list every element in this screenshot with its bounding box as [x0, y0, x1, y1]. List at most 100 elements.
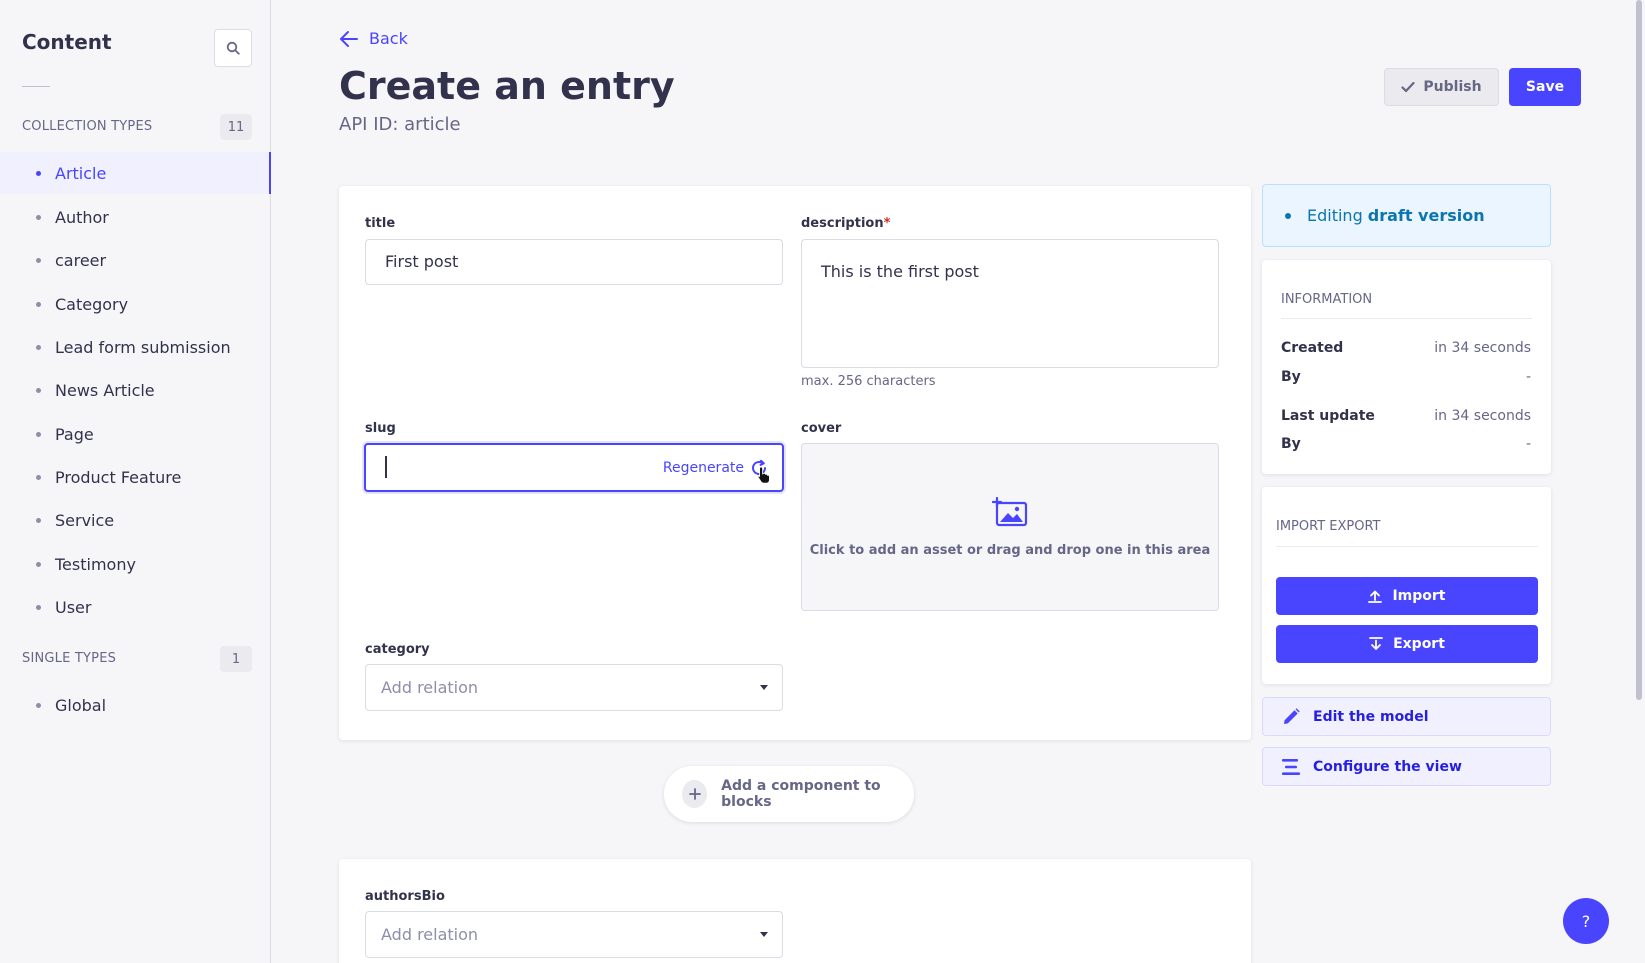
download-icon — [1369, 637, 1383, 650]
sidebar-item-label: Service — [55, 510, 115, 530]
back-link[interactable]: Back — [339, 29, 408, 48]
sidebar-item-user[interactable]: User — [0, 586, 271, 628]
created-by-value: - — [1525, 369, 1531, 385]
cover-dropzone[interactable]: Click to add an asset or drag and drop o… — [801, 443, 1219, 611]
sidebar-item-label: Lead form submission — [55, 337, 231, 357]
sidebar-item-author[interactable]: Author — [0, 196, 271, 238]
cursor-icon — [757, 466, 770, 484]
chevron-down-icon — [760, 685, 768, 690]
sidebar-item-news-article[interactable]: News Article — [0, 369, 271, 411]
sidebar-item-label: User — [55, 597, 92, 617]
bullet-icon — [36, 257, 41, 263]
chevron-down-icon — [760, 932, 768, 937]
help-button[interactable]: ? — [1563, 898, 1609, 944]
sidebar-item-career[interactable]: career — [0, 239, 271, 281]
collection-types-count: 11 — [220, 114, 252, 140]
bullet-icon — [36, 517, 41, 523]
draft-prefix: Editing — [1307, 206, 1363, 225]
title-label: title — [365, 216, 396, 231]
plus-icon — [682, 780, 708, 808]
import-label: Import — [1392, 588, 1446, 604]
import-export-heading: IMPORT EXPORT — [1276, 519, 1381, 534]
sidebar-item-label: Testimony — [55, 554, 136, 574]
authors-bio-select[interactable]: Add relation — [365, 911, 783, 958]
description-label-text: description — [801, 216, 884, 231]
bullet-icon — [36, 344, 41, 350]
sidebar-item-category[interactable]: Category — [0, 283, 271, 325]
back-label: Back — [369, 29, 408, 48]
draft-status-banner: Editing draft version — [1262, 184, 1551, 247]
bullet-icon — [36, 387, 41, 393]
category-label: category — [365, 642, 430, 657]
export-label: Export — [1393, 636, 1445, 652]
sidebar-item-service[interactable]: Service — [0, 499, 271, 541]
information-divider — [1281, 318, 1532, 319]
edit-model-label: Edit the model — [1313, 708, 1429, 725]
add-component-button[interactable]: Add a component to blocks — [664, 766, 914, 822]
description-textarea[interactable]: This is the first post — [801, 239, 1219, 368]
bullet-icon — [36, 561, 41, 567]
list-icon — [1282, 758, 1300, 775]
sidebar-item-label: Article — [55, 163, 107, 183]
sidebar-item-testimony[interactable]: Testimony — [0, 543, 271, 585]
sidebar-divider — [22, 86, 50, 87]
sidebar-item-global[interactable]: Global — [0, 684, 271, 726]
required-mark: * — [883, 216, 891, 231]
information-heading: INFORMATION — [1281, 292, 1373, 307]
import-export-divider — [1276, 546, 1538, 547]
bullet-icon — [1285, 212, 1291, 219]
configure-view-button[interactable]: Configure the view — [1262, 747, 1551, 786]
bullet-icon — [36, 702, 41, 708]
slug-label: slug — [365, 421, 396, 436]
export-button[interactable]: Export — [1276, 625, 1538, 663]
last-update-value: in 34 seconds — [1434, 408, 1531, 424]
search-icon — [226, 41, 240, 55]
description-hint: max. 256 characters — [801, 374, 936, 389]
sidebar-item-lead-form-submission[interactable]: Lead form submission — [0, 326, 271, 368]
scrollbar-thumb[interactable] — [1636, 0, 1642, 700]
bullet-icon — [36, 170, 41, 176]
save-button[interactable]: Save — [1509, 68, 1581, 106]
category-select[interactable]: Add relation — [365, 664, 783, 711]
bullet-icon — [36, 301, 41, 307]
sidebar-title: Content — [22, 30, 112, 54]
edit-model-button[interactable]: Edit the model — [1262, 697, 1551, 736]
authors-bio-label: authorsBio — [365, 889, 445, 904]
draft-version-label: draft version — [1367, 206, 1485, 225]
created-by-label: By — [1281, 369, 1301, 385]
pencil-icon — [1284, 707, 1300, 724]
sidebar-item-product-feature[interactable]: Product Feature — [0, 456, 271, 498]
publish-label: Publish — [1423, 79, 1482, 95]
bullet-icon — [36, 604, 41, 610]
bullet-icon — [36, 214, 41, 220]
description-label: description* — [801, 216, 890, 231]
text-caret — [385, 456, 387, 478]
category-placeholder: Add relation — [381, 678, 479, 697]
configure-view-label: Configure the view — [1313, 758, 1462, 775]
sidebar-item-label: Author — [55, 207, 109, 227]
updated-by-label: By — [1281, 436, 1301, 452]
sidebar-item-page[interactable]: Page — [0, 413, 271, 455]
created-value: in 34 seconds — [1434, 340, 1531, 356]
sidebar-item-label: News Article — [55, 380, 155, 400]
sidebar-item-article[interactable]: Article — [0, 152, 271, 194]
single-types-heading: SINGLE TYPES — [22, 651, 117, 666]
add-component-label: Add a component to blocks — [721, 778, 881, 810]
updated-by-value: - — [1525, 436, 1531, 452]
collection-types-heading: COLLECTION TYPES — [22, 119, 153, 134]
slug-input[interactable]: Regenerate — [364, 443, 784, 492]
authors-bio-placeholder: Add relation — [381, 925, 479, 944]
sidebar-item-label: Global — [55, 695, 107, 715]
check-icon — [1401, 81, 1416, 93]
bullet-icon — [36, 431, 41, 437]
sidebar-search-button[interactable] — [214, 29, 252, 67]
sidebar-item-label: Page — [55, 424, 94, 444]
content-sidebar: Content COLLECTION TYPES 11 Article Auth… — [0, 0, 271, 963]
regenerate-label: Regenerate — [662, 459, 744, 476]
sidebar-item-label: Product Feature — [55, 467, 182, 487]
image-add-icon — [992, 496, 1028, 526]
title-input[interactable]: First post — [365, 239, 783, 285]
import-button[interactable]: Import — [1276, 577, 1538, 615]
regenerate-button[interactable]: Regenerate — [663, 445, 768, 490]
publish-button[interactable]: Publish — [1384, 68, 1499, 106]
